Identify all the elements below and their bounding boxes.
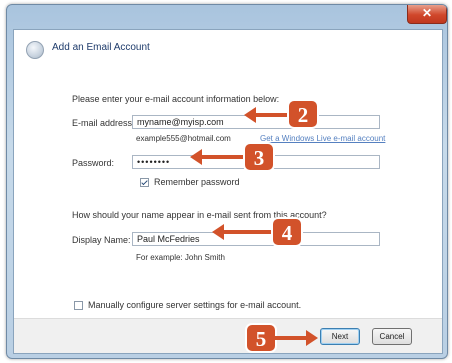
- remember-password-label: Remember password: [154, 177, 240, 187]
- arrowhead-icon: [212, 224, 224, 240]
- callout-number: 2: [298, 103, 309, 127]
- cancel-button[interactable]: Cancel: [372, 328, 412, 345]
- dialog-title: Add an Email Account: [52, 42, 150, 53]
- arrowhead-icon: [190, 149, 202, 165]
- display-name-label: Display Name:: [72, 235, 131, 245]
- callout-number: 5: [256, 327, 267, 351]
- manual-config-label: Manually configure server settings for e…: [88, 300, 302, 310]
- callout-step-3: 3: [190, 142, 275, 172]
- arrowhead-icon: [244, 107, 256, 123]
- manual-config-checkbox[interactable]: [74, 301, 83, 310]
- callout-step-5: 5: [245, 323, 318, 353]
- email-label: E-mail address:: [72, 118, 135, 128]
- dialog-client-area: Add an Email Account Please enter your e…: [13, 29, 443, 354]
- close-button[interactable]: ✕: [407, 5, 447, 24]
- callout-number: 4: [282, 221, 293, 245]
- next-button[interactable]: Next: [320, 328, 360, 345]
- callout-number: 3: [254, 146, 265, 170]
- back-arrow-icon[interactable]: [26, 41, 44, 59]
- password-label: Password:: [72, 158, 115, 168]
- get-account-link[interactable]: Get a Windows Live e-mail account: [260, 134, 385, 143]
- callout-step-2: 2: [244, 99, 319, 129]
- dialog-footer: Next Cancel: [14, 318, 442, 353]
- display-name-example: For example: John Smith: [136, 253, 225, 262]
- arrowhead-icon: [306, 330, 318, 346]
- dialog-window: ✕ Add an Email Account Please enter your…: [6, 4, 448, 359]
- remember-password-checkbox[interactable]: [140, 178, 149, 187]
- callout-step-4: 4: [212, 217, 303, 247]
